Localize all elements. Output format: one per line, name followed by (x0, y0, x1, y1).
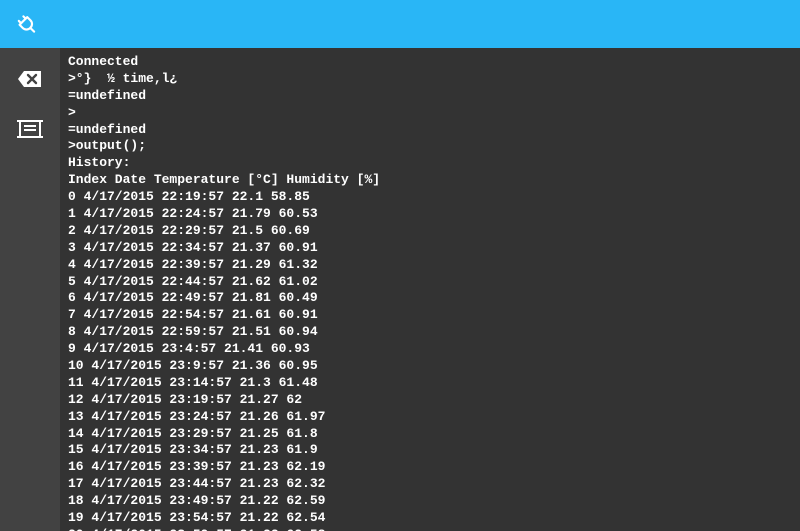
terminal-row: 18 4/17/2015 23:49:57 21.22 62.59 (68, 493, 325, 508)
terminal-line: >output(); (68, 138, 146, 153)
terminal-line: =undefined (68, 122, 146, 137)
terminal-row: 7 4/17/2015 22:54:57 21.61 60.91 (68, 307, 318, 322)
terminal-row: 4 4/17/2015 22:39:57 21.29 61.32 (68, 257, 318, 272)
terminal-row: 5 4/17/2015 22:44:57 21.62 61.02 (68, 274, 318, 289)
sidebar (0, 48, 60, 531)
terminal-row: 3 4/17/2015 22:34:57 21.37 60.91 (68, 240, 318, 255)
terminal-status: Connected (68, 54, 138, 69)
terminal-line: =undefined (68, 88, 146, 103)
terminal-row: 11 4/17/2015 23:14:57 21.3 61.48 (68, 375, 318, 390)
terminal-row: 1 4/17/2015 22:24:57 21.79 60.53 (68, 206, 318, 221)
terminal-row: 9 4/17/2015 23:4:57 21.41 60.93 (68, 341, 310, 356)
terminal-row: 16 4/17/2015 23:39:57 21.23 62.19 (68, 459, 325, 474)
terminal-row: 6 4/17/2015 22:49:57 21.81 60.49 (68, 290, 318, 305)
terminal-row: 15 4/17/2015 23:34:57 21.23 61.9 (68, 442, 318, 457)
terminal-row: 2 4/17/2015 22:29:57 21.5 60.69 (68, 223, 310, 238)
terminal-row: 14 4/17/2015 23:29:57 21.25 61.8 (68, 426, 318, 441)
clear-icon (17, 69, 43, 89)
code-block-icon (17, 118, 43, 140)
terminal-row: 10 4/17/2015 23:9:57 21.36 60.95 (68, 358, 318, 373)
terminal-header: Index Date Temperature [°C] Humidity [%] (68, 172, 380, 187)
terminal-row: 17 4/17/2015 23:44:57 21.23 62.32 (68, 476, 325, 491)
terminal-row: 0 4/17/2015 22:19:57 22.1 58.85 (68, 189, 310, 204)
terminal-row: 19 4/17/2015 23:54:57 21.22 62.54 (68, 510, 325, 525)
top-bar (0, 0, 800, 48)
clear-button[interactable] (15, 64, 45, 94)
main-area: Connected >°} ½ time,l¿ =undefined > =un… (0, 48, 800, 531)
terminal-line: > (68, 105, 76, 120)
plug-icon (15, 11, 41, 37)
terminal-line: History: (68, 155, 130, 170)
connect-button[interactable] (8, 4, 48, 44)
terminal-row: 20 4/17/2015 23:59:57 21.22 62.58 (68, 527, 325, 531)
terminal-output[interactable]: Connected >°} ½ time,l¿ =undefined > =un… (60, 48, 800, 531)
terminal-row: 12 4/17/2015 23:19:57 21.27 62 (68, 392, 302, 407)
code-block-button[interactable] (15, 114, 45, 144)
terminal-row: 13 4/17/2015 23:24:57 21.26 61.97 (68, 409, 325, 424)
terminal-line: >°} ½ time,l¿ (68, 71, 177, 86)
terminal-row: 8 4/17/2015 22:59:57 21.51 60.94 (68, 324, 318, 339)
